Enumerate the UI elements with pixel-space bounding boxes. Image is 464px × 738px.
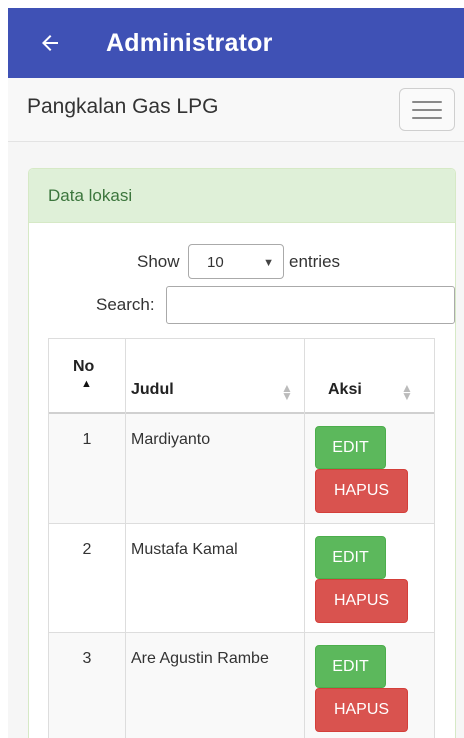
hapus-button[interactable]: HAPUS [315,469,408,513]
table-row: 3 Are Agustin Rambe EDIT HAPUS [49,633,434,738]
edit-button[interactable]: EDIT [315,645,386,688]
navbar-toggle-button[interactable] [399,88,455,131]
data-table: No ▲ Judul ▲ ▼ Aksi ▲ ▼ 1 Mardiyanto EDIT … [48,338,435,738]
navbar: Pangkalan Gas LPG [8,78,464,142]
arrow-left-icon [42,35,58,51]
column-header-no[interactable]: No [73,358,94,376]
hapus-button[interactable]: HAPUS [315,688,408,732]
sort-both-icon: ▲ ▼ [401,381,413,403]
column-divider [304,338,305,738]
column-header-judul[interactable]: Judul [131,381,174,399]
entries-select[interactable]: 10 ▼ [188,244,284,279]
row-judul: Mardiyanto [131,431,211,448]
hamburger-menu-icon [412,100,442,103]
hamburger-menu-icon-bar [412,116,442,119]
entries-select-value: 10 [207,254,224,271]
sort-both-icon: ▲ ▼ [281,381,293,403]
navbar-brand[interactable]: Pangkalan Gas LPG [27,95,218,119]
row-no: 3 [82,650,92,667]
edit-button[interactable]: EDIT [315,536,386,579]
search-label: Search: [96,295,155,314]
edit-button[interactable]: EDIT [315,426,386,469]
back-button[interactable] [30,23,70,63]
column-divider [125,338,126,738]
hamburger-menu-icon-bar [412,108,442,111]
row-no: 1 [82,431,92,448]
length-entries-label: entries [289,252,341,271]
caret-down-icon: ▼ [263,257,274,269]
length-show-label: Show [137,252,180,271]
panel-heading: Data lokasi [29,169,455,223]
row-no: 2 [82,541,92,558]
sort-ascending-icon: ▲ [81,378,92,390]
row-judul: Are Agustin Rambe [131,650,269,667]
row-judul: Mustafa Kamal [131,541,238,558]
search-input[interactable] [166,286,455,324]
app-bar: Administrator [8,8,464,78]
column-header-aksi[interactable]: Aksi [328,381,362,399]
app-title: Administrator [106,28,273,57]
hapus-button[interactable]: HAPUS [315,579,408,623]
table-header: No ▲ Judul ▲ ▼ Aksi ▲ ▼ [49,338,434,414]
table-row: 1 Mardiyanto EDIT HAPUS [49,414,434,524]
table-row: 2 Mustafa Kamal EDIT HAPUS [49,524,434,633]
